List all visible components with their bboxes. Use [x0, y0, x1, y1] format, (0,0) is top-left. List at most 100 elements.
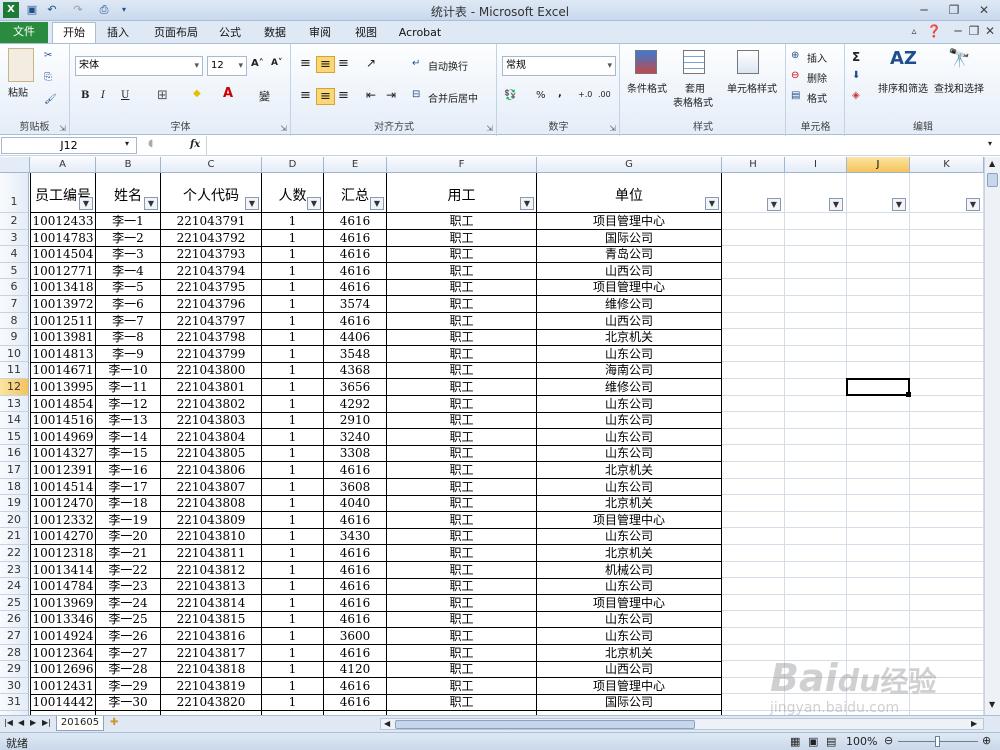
cell-b[interactable]: 李一18: [96, 495, 161, 513]
restore-icon[interactable]: ❐: [942, 2, 966, 18]
cell-e[interactable]: 3600: [324, 628, 387, 645]
merge-center-icon[interactable]: ⊟: [412, 89, 420, 100]
cell-f[interactable]: 职工: [387, 611, 537, 629]
cell-d[interactable]: 1: [262, 594, 324, 612]
select-all-corner[interactable]: [0, 157, 30, 173]
col-header-c[interactable]: C: [161, 157, 262, 173]
cell-g[interactable]: 山东公司: [537, 578, 722, 596]
row-header-13[interactable]: 13: [0, 395, 29, 413]
cell-a[interactable]: 10014783: [30, 229, 96, 247]
cell-f[interactable]: 职工: [387, 362, 537, 380]
header-cell-b[interactable]: 姓名 ▼: [96, 173, 161, 213]
cell-a[interactable]: 10014969: [30, 428, 96, 446]
row-header-23[interactable]: 23: [0, 561, 29, 579]
cell-e[interactable]: 4040: [324, 495, 387, 513]
orientation-icon[interactable]: ↗: [366, 56, 376, 70]
row-header-15[interactable]: 15: [0, 428, 29, 446]
cell-a[interactable]: 10014327: [30, 445, 96, 463]
cell-a[interactable]: 10012771: [30, 262, 96, 280]
cell-g[interactable]: 北京机关: [537, 495, 722, 513]
wrap-text-icon[interactable]: ↵: [412, 58, 420, 69]
row-header-10[interactable]: 10: [0, 345, 29, 363]
cell-g[interactable]: 青岛公司: [537, 246, 722, 264]
cell-c[interactable]: 221043804: [161, 428, 262, 446]
scroll-right-icon[interactable]: ▶: [971, 719, 977, 728]
cell-a[interactable]: 10013418: [30, 279, 96, 297]
row-header-6[interactable]: 6: [0, 279, 29, 296]
cell-a[interactable]: 10014924: [30, 628, 96, 645]
sheet-first-icon[interactable]: |◀: [4, 718, 13, 727]
cell-a[interactable]: 10014854: [30, 395, 96, 413]
filter-dropdown-icon[interactable]: ▼: [829, 198, 843, 211]
cell-g[interactable]: 项目管理中心: [537, 213, 722, 230]
worksheet-grid[interactable]: A B C D E F G H I J K 1 员工编号 ▼ 姓名 ▼ 个人代码 ▼ 人数 ▼ 汇…: [0, 157, 984, 715]
cell-f[interactable]: 职工: [387, 279, 537, 297]
cell-b[interactable]: 李一7: [96, 312, 161, 330]
borders-icon[interactable]: ⊞: [157, 88, 168, 103]
format-cells-button[interactable]: 格式: [807, 90, 827, 105]
decrease-indent-icon[interactable]: ⇤: [366, 88, 376, 102]
align-middle-icon[interactable]: ≡: [316, 56, 335, 73]
cell-c[interactable]: 221043792: [161, 229, 262, 247]
close-icon[interactable]: ✕: [972, 2, 996, 18]
cell-a[interactable]: 10012696: [30, 661, 96, 679]
cell-e[interactable]: 4406: [324, 329, 387, 347]
row-header-27[interactable]: 27: [0, 628, 29, 645]
format-as-table-button[interactable]: 套用: [685, 80, 705, 95]
zoom-level[interactable]: 100%: [846, 735, 877, 748]
cell-e[interactable]: 3430: [324, 528, 387, 546]
cell-d[interactable]: 1: [262, 462, 324, 479]
cell-c[interactable]: 221043820: [161, 694, 262, 712]
cell-g[interactable]: 山东公司: [537, 611, 722, 629]
cell-a[interactable]: 10013972: [30, 296, 96, 313]
cell-g[interactable]: 北京机关: [537, 644, 722, 662]
delete-cells-button[interactable]: 删除: [807, 70, 827, 85]
row-header-31[interactable]: 31: [0, 694, 29, 711]
vertical-scroll-thumb[interactable]: [987, 173, 998, 187]
sort-filter-button[interactable]: 排序和筛选: [878, 80, 928, 95]
cell-a[interactable]: 10012431: [30, 677, 96, 695]
col-header-g[interactable]: G: [537, 157, 722, 173]
cell-d[interactable]: 1: [262, 694, 324, 712]
cell-c[interactable]: 221043802: [161, 395, 262, 413]
cell-g[interactable]: 山东公司: [537, 428, 722, 446]
cell-a[interactable]: 10014442: [30, 694, 96, 712]
cell-d[interactable]: 1: [262, 246, 324, 264]
horizontal-scroll-thumb[interactable]: [395, 720, 695, 729]
row-header-9[interactable]: 9: [0, 329, 29, 346]
row-header-11[interactable]: 11: [0, 362, 29, 379]
cell-a[interactable]: 10014504: [30, 246, 96, 264]
sheet-prev-icon[interactable]: ◀: [18, 718, 24, 727]
filter-dropdown-icon[interactable]: ▼: [892, 198, 906, 211]
cell-f[interactable]: 职工: [387, 445, 537, 463]
number-format-select[interactable]: 常规: [502, 56, 616, 76]
cell-f[interactable]: 职工: [387, 528, 537, 546]
cell-e[interactable]: 3308: [324, 445, 387, 463]
cell-b[interactable]: 李一16: [96, 462, 161, 479]
cell-a[interactable]: 10012364: [30, 644, 96, 662]
cell-c[interactable]: 221043797: [161, 312, 262, 330]
zoom-in-icon[interactable]: ⊕: [982, 734, 991, 747]
cell-f[interactable]: 职工: [387, 578, 537, 596]
cell-g[interactable]: 山东公司: [537, 528, 722, 546]
row-header-17[interactable]: 17: [0, 462, 29, 479]
cell-b[interactable]: 李一1: [96, 213, 161, 230]
row-header-4[interactable]: 4: [0, 246, 29, 263]
page-break-view-icon[interactable]: ▤: [826, 735, 836, 748]
cell-d[interactable]: 1: [262, 495, 324, 513]
tab-home[interactable]: 开始: [52, 22, 96, 43]
tab-acrobat[interactable]: Acrobat: [394, 23, 446, 43]
font-launcher-icon[interactable]: ⇲: [280, 124, 287, 133]
cell-d[interactable]: 1: [262, 213, 324, 230]
filter-dropdown-icon[interactable]: ▼: [370, 197, 384, 210]
cell-e[interactable]: 4616: [324, 644, 387, 662]
insert-cells-icon[interactable]: ⊕: [791, 50, 799, 61]
cell-d[interactable]: 1: [262, 561, 324, 579]
cell-a[interactable]: 10012391: [30, 462, 96, 479]
cell-d[interactable]: 1: [262, 412, 324, 430]
format-cells-icon[interactable]: ▤: [791, 90, 800, 101]
format-as-table-button-2[interactable]: 表格格式: [673, 94, 713, 109]
cell-c[interactable]: 221043812: [161, 561, 262, 579]
phonetic-icon[interactable]: 變: [259, 88, 270, 104]
find-select-icon[interactable]: 🔭: [948, 48, 970, 69]
